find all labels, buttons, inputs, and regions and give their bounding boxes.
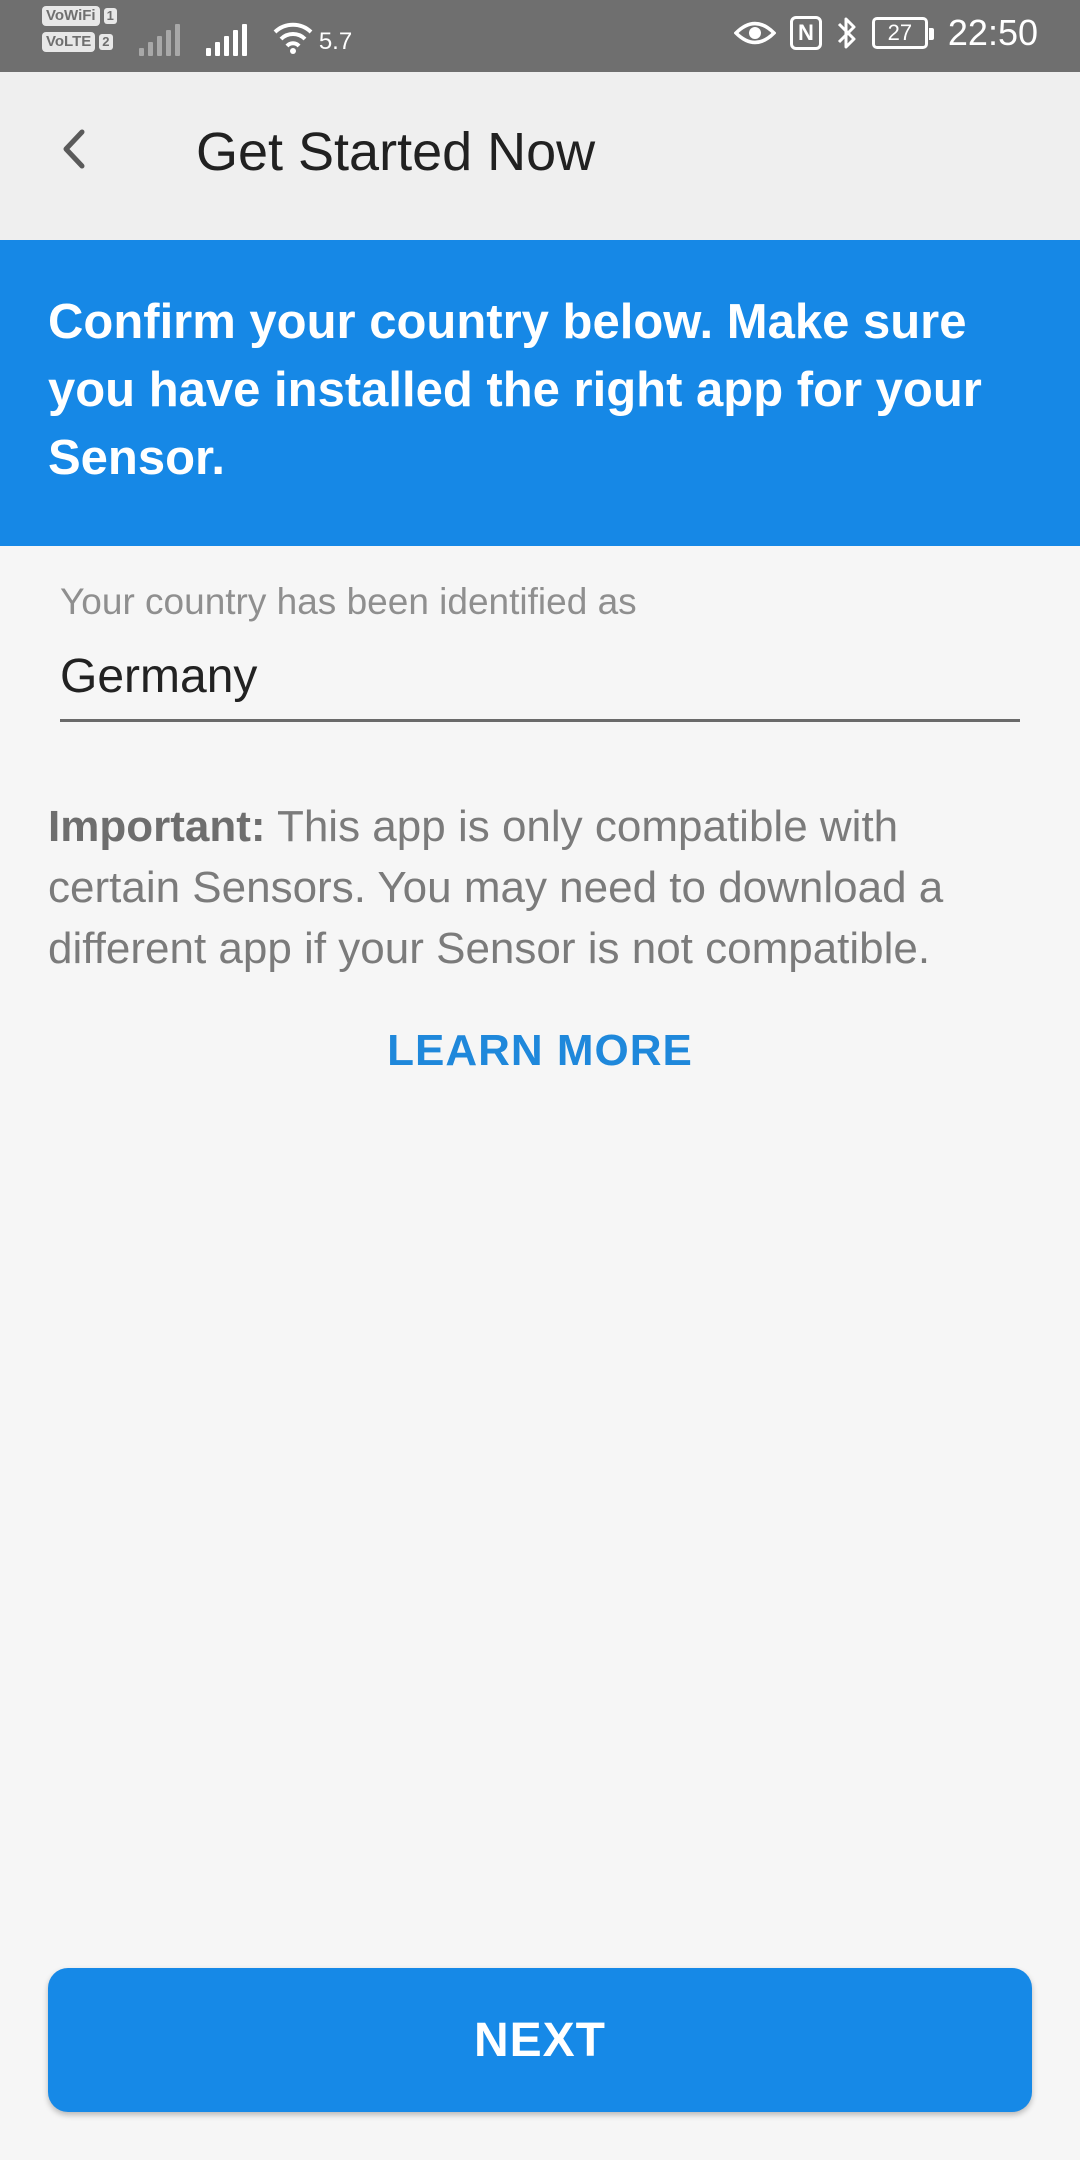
status-right: N 27 22:50 <box>733 12 1038 54</box>
signal-icon-sim2 <box>205 16 247 56</box>
volte-badge: VoLTE 2 <box>42 32 117 52</box>
app-bar: Get Started Now <box>0 72 1080 240</box>
sim2-label: 2 <box>99 34 113 50</box>
banner-text: Confirm your country below. Make sure yo… <box>48 295 982 485</box>
eye-icon <box>733 21 776 45</box>
next-button[interactable]: NEXT <box>48 1968 1032 2112</box>
status-bar: VoWiFi 1 VoLTE 2 5.7 N 27 22:50 <box>0 0 1080 72</box>
vowifi-label: VoWiFi <box>42 6 100 26</box>
sim1-label: 1 <box>103 8 117 24</box>
vowifi-badge: VoWiFi 1 <box>42 6 117 26</box>
battery-icon: 27 <box>871 17 934 49</box>
info-banner: Confirm your country below. Make sure yo… <box>0 240 1080 546</box>
back-button[interactable] <box>38 114 108 184</box>
wifi-icon <box>273 22 313 54</box>
bluetooth-icon <box>837 17 856 49</box>
country-field[interactable]: Germany <box>60 646 1020 722</box>
page-title: Get Started Now <box>196 122 596 182</box>
important-note: Important: This app is only compatible w… <box>48 796 1038 979</box>
status-time: 22:50 <box>947 12 1038 53</box>
learn-more-link[interactable]: LEARN MORE <box>0 1026 1080 1076</box>
back-arrow-icon <box>63 129 85 169</box>
network-badges: VoWiFi 1 VoLTE 2 <box>42 6 117 52</box>
important-prefix: Important: <box>48 802 266 851</box>
wifi-speed: 5.7 <box>318 28 353 55</box>
status-left: VoWiFi 1 VoLTE 2 5.7 <box>42 6 352 56</box>
signal-icon-sim1 <box>138 16 180 56</box>
volte-label: VoLTE <box>42 32 96 52</box>
country-field-label: Your country has been identified as <box>60 581 637 622</box>
nfc-icon: N <box>789 16 822 50</box>
